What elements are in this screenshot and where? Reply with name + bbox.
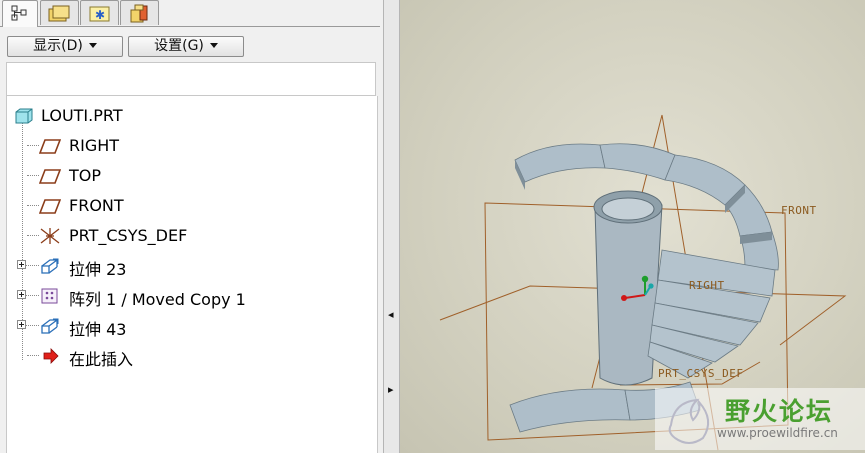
favorites-icon: ✱ [89,6,110,22]
model-tree-icon [11,5,27,21]
model-tree-tab[interactable] [2,0,38,27]
tree-connector [27,145,39,146]
part-icon [15,108,33,124]
chevron-down-icon [209,43,218,48]
tree-item-label: FRONT [69,196,124,215]
settings-dropdown-button[interactable]: 设置(G) [128,36,244,57]
insert-here-arrow-icon [43,348,59,364]
front-plane-label: FRONT [781,204,817,217]
folder-browser-tab[interactable] [40,0,79,25]
tree-item-label: PRT_CSYS_DEF [69,226,188,245]
tree-item-label: 拉伸 43 [69,320,127,339]
svg-text:✱: ✱ [95,8,105,22]
watermark-flame-icon [668,398,710,444]
panel-splitter[interactable]: ◂ ▸ [383,0,400,453]
tree-connector [27,235,39,236]
expand-right-icon[interactable]: ▸ [388,383,394,396]
datum-plane-icon [39,169,61,184]
connections-icon [130,4,148,23]
watermark-url: www.proewildfire.cn [717,426,838,440]
tree-item-extrude-43[interactable]: 拉伸 43 [7,314,307,339]
pattern-icon [41,288,58,304]
tree-item-label: RIGHT [69,136,120,155]
tree-root-label: LOUTI.PRT [41,106,123,125]
folder-icon [48,5,70,22]
chevron-down-icon [88,43,97,48]
tree-filter-strip[interactable] [6,62,376,96]
tree-connector [26,265,39,266]
forum-watermark: 野火论坛 www.proewildfire.cn [655,388,865,450]
settings-dropdown-label: 设置(G) [154,38,204,54]
display-dropdown-label: 显示(D) [33,38,83,54]
right-plane-label: RIGHT [689,279,725,292]
expand-icon[interactable] [17,290,26,299]
tree-item-pattern-1[interactable]: 阵列 1 / Moved Copy 1 [7,284,327,309]
datum-plane-icon [39,139,61,154]
extrude-icon [41,258,59,274]
favorites-tab[interactable]: ✱ [80,0,119,25]
model-view: FRONT RIGHT PRT_CSYS_DEF [439,114,847,451]
tree-connector [26,325,39,326]
tree-item-insert-here[interactable]: 在此插入 [7,344,307,369]
graphics-viewport[interactable]: FRONT RIGHT PRT_CSYS_DEF [400,0,865,453]
navigator-tabs: ✱ [0,0,383,27]
tree-connector [26,295,39,296]
expand-icon[interactable] [17,260,26,269]
csys-label: PRT_CSYS_DEF [658,367,743,380]
coordinate-system-icon [40,228,60,244]
collapse-left-icon[interactable]: ◂ [388,308,394,321]
tree-item-front[interactable]: FRONT [7,194,307,218]
spiral-steps-lower [647,249,776,379]
tree-connector [27,205,39,206]
tree-toolbar: 显示(D) 设置(G) [0,26,380,63]
connections-tab[interactable] [120,0,159,25]
tree-root-row[interactable]: LOUTI.PRT [7,104,307,128]
tree-item-label: TOP [69,166,102,185]
model-tree: LOUTI.PRT RIGHT TOP FRONT PRT_CSYS_DEF 拉… [6,96,378,453]
tree-item-right[interactable]: RIGHT [7,134,307,158]
tree-item-csys[interactable]: PRT_CSYS_DEF [7,224,307,248]
display-dropdown-button[interactable]: 显示(D) [7,36,123,57]
tree-item-label: 阵列 1 / Moved Copy 1 [69,290,246,309]
tree-connector [27,175,39,176]
watermark-title: 野火论坛 [725,397,834,426]
tree-item-label: 在此插入 [69,350,134,369]
datum-plane-icon [39,199,61,214]
tree-connector [27,355,39,356]
navigator-panel: ✱ 显示(D) 设置(G) LOUTI.PRT RIGHT TOP FRONT … [0,0,383,453]
extrude-icon [41,318,59,334]
expand-icon[interactable] [17,320,26,329]
tree-item-extrude-23[interactable]: 拉伸 23 [7,254,307,279]
tree-item-top[interactable]: TOP [7,164,307,188]
tree-item-label: 拉伸 23 [69,260,127,279]
